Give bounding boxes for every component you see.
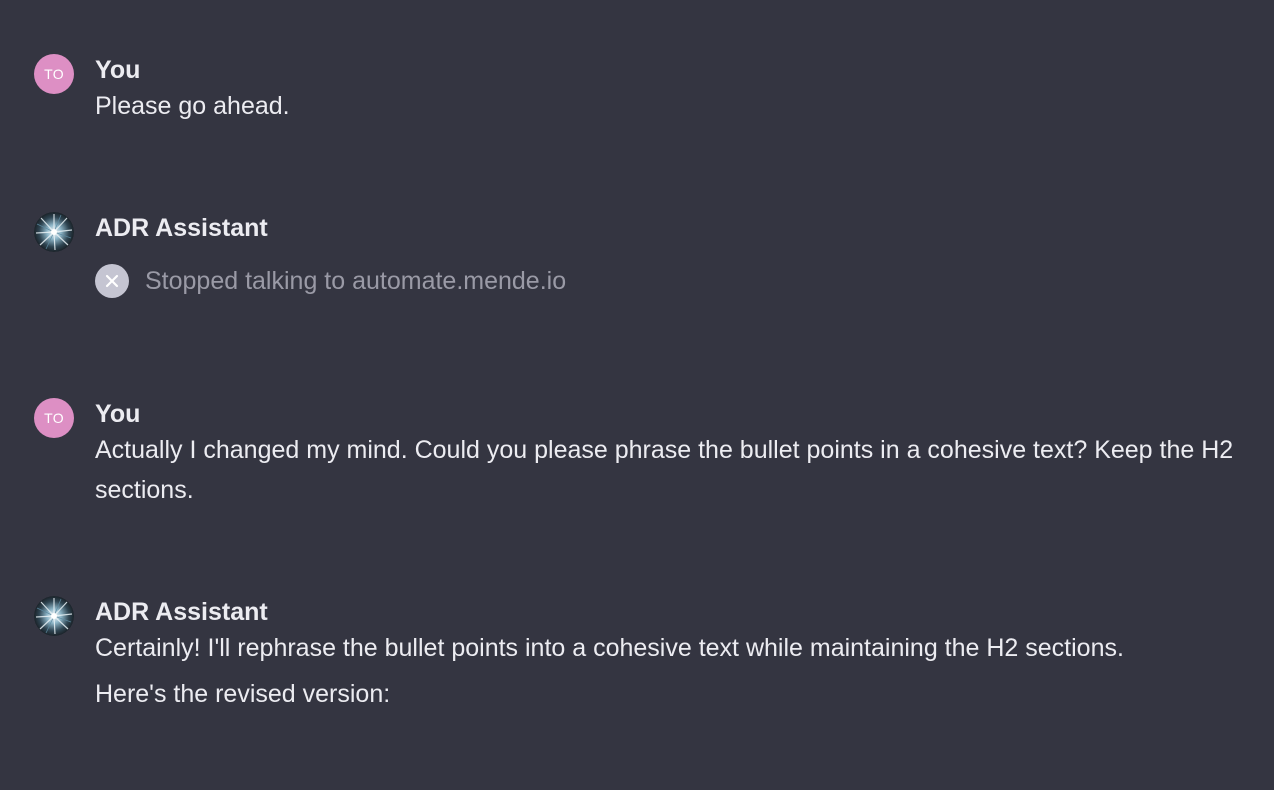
user-avatar: TO (34, 54, 74, 94)
message-text: Actually I changed my mind. Could you pl… (95, 436, 1234, 504)
message-author: ADR Assistant (95, 598, 268, 626)
avatar-initials: TO (44, 410, 64, 426)
message-text: Certainly! I'll rephrase the bullet poin… (95, 634, 1124, 662)
message-author: You (95, 56, 141, 84)
assistant-avatar-icon (34, 212, 74, 252)
message-text: Please go ahead. (95, 92, 290, 120)
assistant-message: ADR Assistant Stopped talking to automat… (34, 212, 1244, 298)
plugin-status: Stopped talking to automate.mende.io (95, 264, 1244, 298)
user-avatar: TO (34, 398, 74, 438)
user-message: TO You Actually I changed my mind. Could… (34, 398, 1244, 510)
message-text: Here's the revised version: (95, 680, 391, 708)
avatar-initials: TO (44, 66, 64, 82)
message-author: ADR Assistant (95, 214, 268, 242)
user-message: TO You Please go ahead. (34, 54, 1244, 126)
close-icon (95, 264, 129, 298)
plugin-status-text: Stopped talking to automate.mende.io (145, 266, 567, 295)
conversation-thread: TO You Please go ahead. ADR Assistant St… (0, 0, 1274, 790)
assistant-avatar-icon (34, 596, 74, 636)
message-author: You (95, 400, 141, 428)
assistant-message: ADR Assistant Certainly! I'll rephrase t… (34, 596, 1244, 714)
